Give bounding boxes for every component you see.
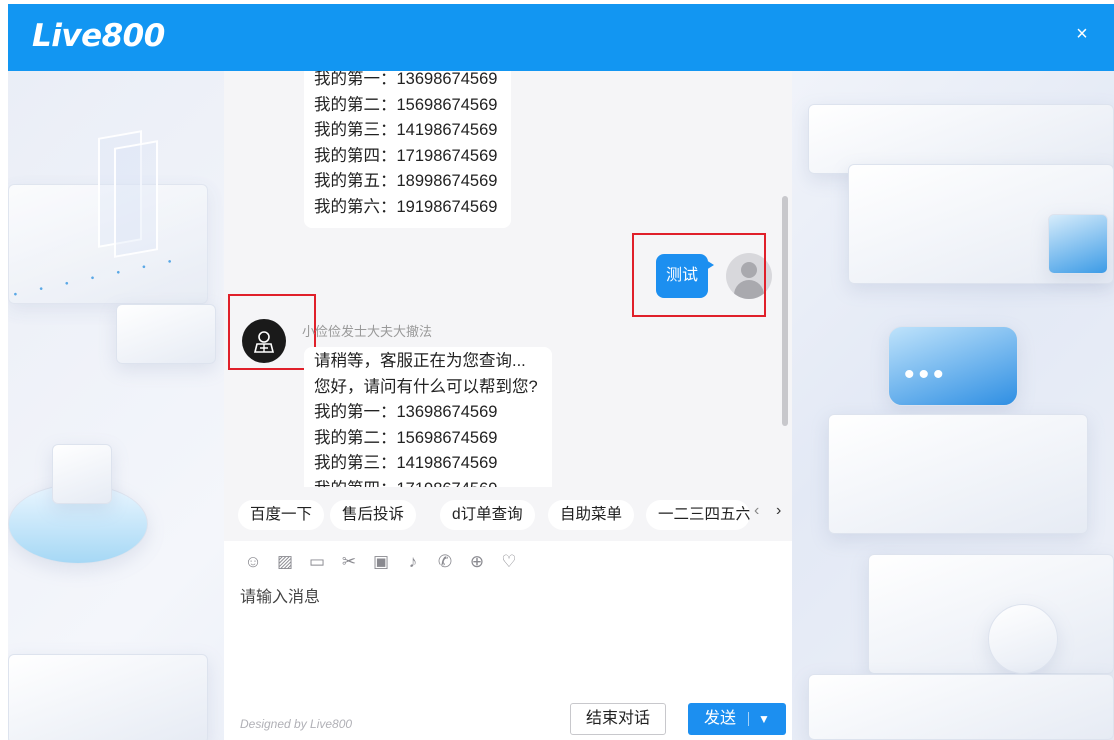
background-block xyxy=(808,674,1114,740)
file-icon[interactable]: ▭ xyxy=(304,549,330,575)
chat-window: • • • • • • • ••• Live800 × 我的第一：1369867… xyxy=(8,4,1114,740)
background-ellipsis: ••• xyxy=(904,358,948,391)
quick-reply-complaint[interactable]: 售后投诉 xyxy=(330,500,417,530)
message-line: 我的第三：14198674569 xyxy=(314,454,498,472)
background-block xyxy=(116,304,216,364)
message-line: 我的第六：19198674569 xyxy=(314,197,498,216)
title-bar: Live800 × xyxy=(8,4,1114,71)
message-line: 我的第五：18998674569 xyxy=(314,172,498,190)
background-platform xyxy=(828,414,1088,534)
input-toolbar: ☺ ▨ ▭ ✂ ▣ ♪ ✆ ⊕ ♡ xyxy=(240,549,522,575)
quick-reply-bar: 百度一下 售后投诉 d订单查询 自助菜单 一二三四五六 ‹ › xyxy=(224,487,792,541)
input-area: ☺ ▨ ▭ ✂ ▣ ♪ ✆ ⊕ ♡ Designed by Live800 结束… xyxy=(224,541,792,740)
send-divider xyxy=(748,712,749,726)
highlight-box xyxy=(632,233,766,317)
chevron-down-icon[interactable]: ▼ xyxy=(758,703,770,735)
message-line: 我的第一：13698674569 xyxy=(314,71,498,88)
message-scrollbar[interactable] xyxy=(782,196,788,426)
background-block xyxy=(868,554,1114,674)
quick-reply-baidu[interactable]: 百度一下 xyxy=(238,500,325,530)
message-line: 我的第四：17198674569 xyxy=(314,146,498,165)
background-panel xyxy=(114,140,158,258)
heart-icon[interactable]: ♡ xyxy=(496,549,522,575)
quick-reply-order[interactable]: d订单查询 xyxy=(440,500,535,530)
message-line: 我的第一：13698674569 xyxy=(314,403,498,421)
send-label: 发送 xyxy=(704,710,737,727)
send-button[interactable]: 发送 ▼ xyxy=(688,703,786,735)
close-icon[interactable]: × xyxy=(1070,22,1094,46)
scissors-icon[interactable]: ✂ xyxy=(336,549,362,575)
message-line: 我的第二：15698674569 xyxy=(314,95,498,114)
phone-icon[interactable]: ✆ xyxy=(432,549,458,575)
message-line: 请稍等，客服正在为您查询... xyxy=(314,352,526,370)
chevron-right-icon[interactable]: › xyxy=(776,502,781,520)
message-input[interactable] xyxy=(240,583,776,673)
save-icon[interactable]: ▣ xyxy=(368,549,394,575)
agent-message: 请稍等，客服正在为您查询... 您好，请问有什么可以帮到您? 我的第一：1369… xyxy=(304,347,552,487)
designed-by-label: Designed by Live800 xyxy=(240,717,353,731)
background-ring xyxy=(988,604,1058,674)
message-line: 我的第四：17198674569 xyxy=(314,477,538,488)
background-icon-tile xyxy=(1048,214,1108,274)
message-line: 您好，请问有什么可以帮到您? xyxy=(314,377,538,396)
emoji-icon[interactable]: ☺ xyxy=(240,549,266,575)
message-list[interactable]: 我的第一：13698674569 我的第二：15698674569 我的第三：1… xyxy=(224,71,792,487)
globe-icon[interactable]: ⊕ xyxy=(464,549,490,575)
agent-message: 我的第一：13698674569 我的第二：15698674569 我的第三：1… xyxy=(304,71,512,228)
logo: Live800 xyxy=(32,18,165,54)
chevron-left-icon[interactable]: ‹ xyxy=(754,502,759,520)
image-icon[interactable]: ▨ xyxy=(272,549,298,575)
message-line: 我的第二：15698674569 xyxy=(314,428,498,447)
background-block xyxy=(8,654,208,740)
quick-reply-numbers[interactable]: 一二三四五六 xyxy=(646,500,750,530)
background-chart-card xyxy=(52,444,112,504)
quick-reply-self-service[interactable]: 自助菜单 xyxy=(548,500,635,530)
chat-panel: 我的第一：13698674569 我的第二：15698674569 我的第三：1… xyxy=(224,71,792,740)
agent-name: 小俭俭发士大夫大撤法 xyxy=(302,324,433,339)
speaker-icon[interactable]: ♪ xyxy=(400,549,426,575)
message-line: 我的第三：14198674569 xyxy=(314,121,498,139)
end-chat-button[interactable]: 结束对话 xyxy=(570,703,666,735)
